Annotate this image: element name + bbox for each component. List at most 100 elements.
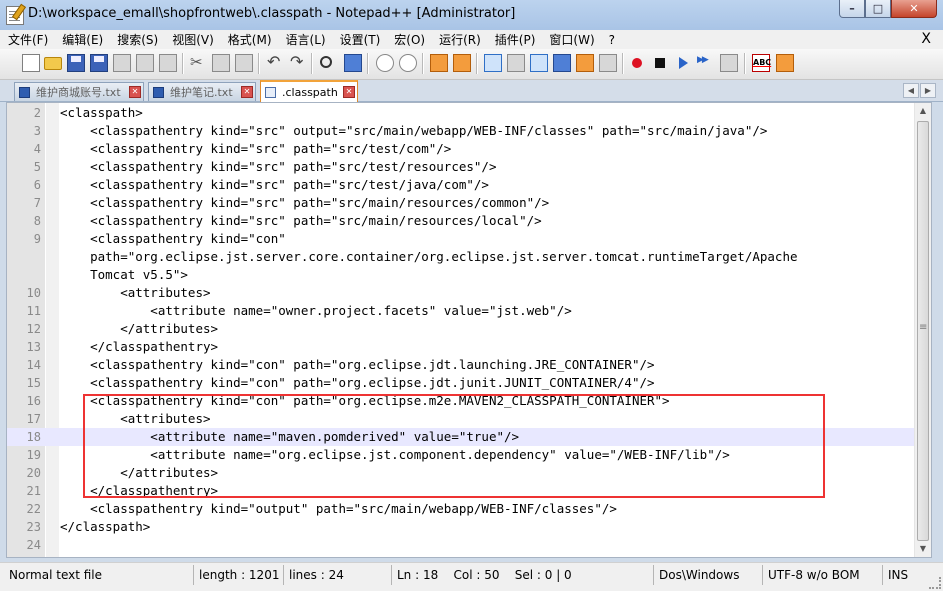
editor-area[interactable]: 2 <classpath> 3 <classpathentry kind="src"… xyxy=(6,102,932,558)
tab-close-icon[interactable]: ✕ xyxy=(241,86,253,98)
tab-maintain-notes[interactable]: 维护笔记.txt ✕ xyxy=(148,82,256,101)
menu-file[interactable]: 文件(F) xyxy=(0,31,54,48)
record-macro-icon[interactable] xyxy=(628,54,646,72)
user-lang-icon[interactable] xyxy=(553,54,571,72)
line-text[interactable]: <classpathentry kind="src" path="src/mai… xyxy=(60,194,549,212)
tab-close-icon[interactable]: ✕ xyxy=(129,86,141,98)
close-window-button[interactable]: ✕ xyxy=(891,0,937,18)
code-line[interactable]: 21 </classpathentry> xyxy=(7,482,914,500)
code-line[interactable]: 20 </attributes> xyxy=(7,464,914,482)
close-file-icon[interactable] xyxy=(113,54,131,72)
line-text[interactable]: path="org.eclipse.jst.server.core.contai… xyxy=(60,248,797,266)
copy-icon[interactable] xyxy=(212,54,230,72)
zoom-in-icon[interactable] xyxy=(376,54,394,72)
html-tag-icon[interactable] xyxy=(776,54,794,72)
indent-guide-icon[interactable] xyxy=(530,54,548,72)
open-file-icon[interactable] xyxy=(44,57,62,70)
menu-help[interactable]: ? xyxy=(601,33,621,47)
code-line[interactable]: 4 <classpathentry kind="src" path="src/t… xyxy=(7,140,914,158)
code-line[interactable]: 6 <classpathentry kind="src" path="src/t… xyxy=(7,176,914,194)
menu-window[interactable]: 窗口(W) xyxy=(541,31,600,48)
code-line[interactable]: 16 <classpathentry kind="con" path="org.… xyxy=(7,392,914,410)
line-text[interactable]: <classpathentry kind="src" path="src/tes… xyxy=(60,158,496,176)
code-line[interactable]: 18 <attribute name="maven.pomderived" va… xyxy=(7,428,914,446)
code-line[interactable]: 11 <attribute name="owner.project.facets… xyxy=(7,302,914,320)
line-text[interactable]: <classpathentry kind="con" path="org.ecl… xyxy=(60,356,654,374)
line-text[interactable]: </classpathentry> xyxy=(60,482,218,500)
menu-format[interactable]: 格式(M) xyxy=(220,31,278,48)
line-text[interactable]: <attribute name="org.eclipse.jst.compone… xyxy=(60,446,730,464)
play-macro-icon[interactable] xyxy=(674,54,692,72)
code-line[interactable]: 13 </classpathentry> xyxy=(7,338,914,356)
menu-settings[interactable]: 设置(T) xyxy=(332,31,387,48)
code-line[interactable]: 14 <classpathentry kind="con" path="org.… xyxy=(7,356,914,374)
code-line[interactable]: 15 <classpathentry kind="con" path="org.… xyxy=(7,374,914,392)
code-line[interactable]: 8 <classpathentry kind="src" path="src/m… xyxy=(7,212,914,230)
menu-language[interactable]: 语言(L) xyxy=(278,31,332,48)
word-wrap-icon[interactable] xyxy=(484,54,502,72)
code-line[interactable]: 7 <classpathentry kind="src" path="src/m… xyxy=(7,194,914,212)
menu-search[interactable]: 搜索(S) xyxy=(109,31,164,48)
line-text[interactable]: <classpath> xyxy=(60,104,143,122)
line-text[interactable]: <classpathentry kind="con" path="org.ecl… xyxy=(60,392,669,410)
paste-icon[interactable] xyxy=(235,54,253,72)
scrollbar-thumb[interactable] xyxy=(917,121,929,541)
print-icon[interactable] xyxy=(159,54,177,72)
doc-map-icon[interactable] xyxy=(576,54,594,72)
line-text[interactable]: </classpath> xyxy=(60,518,150,536)
sync-horizontal-icon[interactable] xyxy=(453,54,471,72)
tab-classpath[interactable]: .classpath ✕ xyxy=(260,80,358,102)
line-text[interactable]: <attributes> xyxy=(60,284,210,302)
function-list-icon[interactable] xyxy=(599,54,617,72)
menu-run[interactable]: 运行(R) xyxy=(431,31,487,48)
line-text[interactable]: Tomcat v5.5"> xyxy=(60,266,188,284)
line-text[interactable]: <attributes> xyxy=(60,410,210,428)
spellcheck-icon[interactable]: ABC xyxy=(752,54,771,72)
code-line[interactable]: 10 <attributes> xyxy=(7,284,914,302)
code-line[interactable]: 12 </attributes> xyxy=(7,320,914,338)
stop-record-icon[interactable] xyxy=(651,54,669,72)
code-line[interactable]: 9 <classpathentry kind="con" xyxy=(7,230,914,248)
save-all-icon[interactable] xyxy=(90,54,108,72)
sync-vertical-icon[interactable] xyxy=(430,54,448,72)
line-text[interactable]: </attributes> xyxy=(60,464,218,482)
find-icon[interactable] xyxy=(320,56,332,68)
save-macro-icon[interactable] xyxy=(720,54,738,72)
scroll-down-icon[interactable]: ▼ xyxy=(915,541,931,557)
menu-plugins[interactable]: 插件(P) xyxy=(487,31,542,48)
menu-edit[interactable]: 编辑(E) xyxy=(54,31,109,48)
line-text[interactable]: <classpathentry kind="con" xyxy=(60,230,286,248)
maximize-button[interactable]: □ xyxy=(865,0,891,18)
menu-view[interactable]: 视图(V) xyxy=(164,31,220,48)
cut-icon[interactable] xyxy=(189,53,207,72)
close-all-icon[interactable] xyxy=(136,54,154,72)
line-text[interactable]: <classpathentry kind="src" path="src/mai… xyxy=(60,212,542,230)
line-text[interactable]: </attributes> xyxy=(60,320,218,338)
tab-maintain-account[interactable]: 维护商城账号.txt ✕ xyxy=(14,82,144,101)
tab-close-icon[interactable]: ✕ xyxy=(343,86,355,98)
vertical-scrollbar[interactable]: ▲ ▼ xyxy=(914,103,931,557)
code-line[interactable]: 24 xyxy=(7,536,914,554)
line-text[interactable]: <classpathentry kind="src" path="src/tes… xyxy=(60,176,489,194)
line-text[interactable]: <classpathentry kind="src" path="src/tes… xyxy=(60,140,451,158)
line-text[interactable]: <attribute name="owner.project.facets" v… xyxy=(60,302,571,320)
code-lines[interactable]: 2 <classpath> 3 <classpathentry kind="src"… xyxy=(7,104,914,554)
undo-icon[interactable] xyxy=(265,52,283,72)
run-macro-multiple-icon[interactable] xyxy=(697,54,715,72)
line-text[interactable]: <classpathentry kind="src" output="src/m… xyxy=(60,122,767,140)
code-line[interactable]: 22 <classpathentry kind="output" path="s… xyxy=(7,500,914,518)
code-line[interactable]: Tomcat v5.5"> xyxy=(7,266,914,284)
code-line[interactable]: 17 <attributes> xyxy=(7,410,914,428)
line-text[interactable]: <classpathentry kind="output" path="src/… xyxy=(60,500,617,518)
replace-icon[interactable] xyxy=(344,54,362,72)
zoom-out-icon[interactable] xyxy=(399,54,417,72)
code-line[interactable]: 3 <classpathentry kind="src" output="src… xyxy=(7,122,914,140)
minimize-button[interactable]: – xyxy=(839,0,865,18)
close-document-button[interactable]: X xyxy=(921,31,931,47)
tab-scroll-left-icon[interactable]: ◀ xyxy=(903,83,919,98)
code-line[interactable]: 23 </classpath> xyxy=(7,518,914,536)
code-line[interactable]: 19 <attribute name="org.eclipse.jst.comp… xyxy=(7,446,914,464)
resize-grip-icon[interactable] xyxy=(929,577,941,589)
line-text[interactable]: <attribute name="maven.pomderived" value… xyxy=(60,428,519,446)
menu-macro[interactable]: 宏(O) xyxy=(386,31,431,48)
